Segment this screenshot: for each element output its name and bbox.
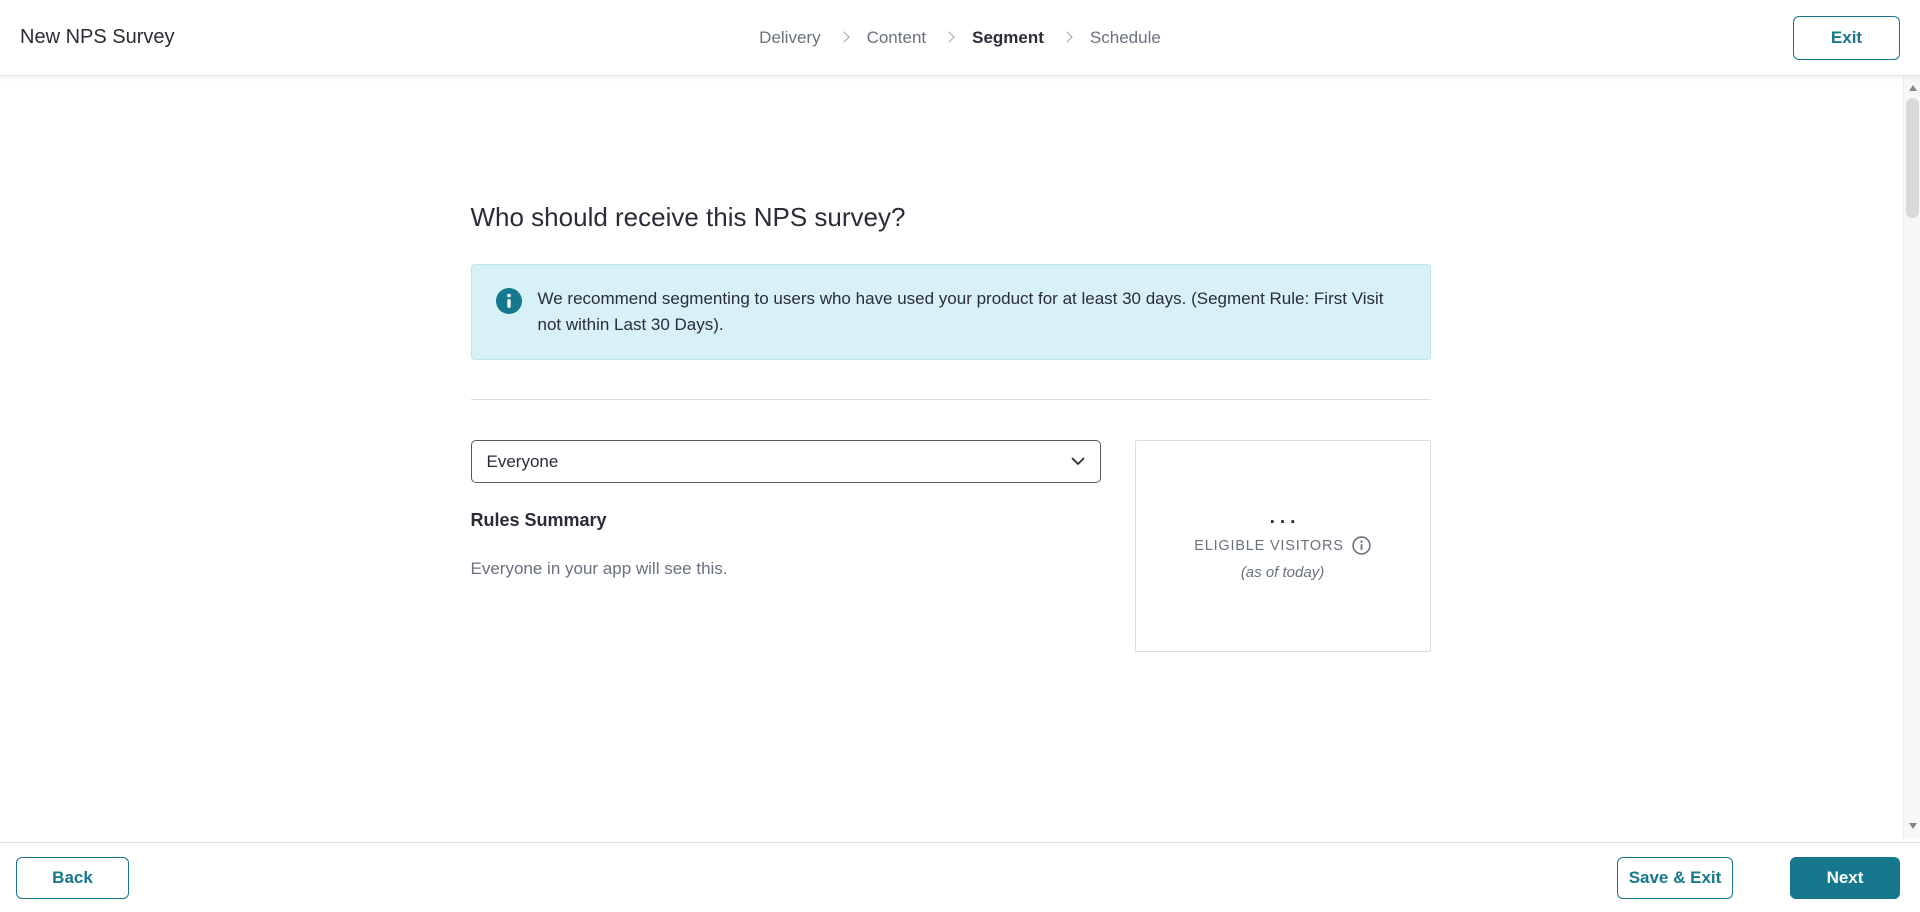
back-button[interactable]: Back (16, 857, 129, 899)
info-outline-icon[interactable] (1352, 536, 1371, 555)
chevron-right-icon (837, 31, 850, 43)
chevron-down-icon (1071, 457, 1085, 466)
eligible-visitors-card: ... ELIGIBLE VISITORS (as of today) (1134, 440, 1431, 652)
breadcrumb-step-segment[interactable]: Segment (972, 28, 1044, 48)
eligible-visitors-label: ELIGIBLE VISITORS (1194, 537, 1344, 554)
chevron-right-icon (1061, 31, 1073, 43)
question-heading: Who should receive this NPS survey? (470, 202, 906, 232)
recommendation-text: We recommend segmenting to users who hav… (537, 289, 1384, 334)
chevron-right-icon (943, 31, 955, 43)
as-of-today-note: (as of today) (1240, 564, 1325, 581)
exit-button[interactable]: Exit (1793, 16, 1900, 60)
eligible-count-loading: ... (1269, 507, 1301, 528)
breadcrumb-step-delivery[interactable]: Delivery (759, 28, 820, 48)
next-button[interactable]: Next (1790, 857, 1900, 899)
segment-select-value: Everyone (486, 451, 559, 471)
scrollbar-thumb[interactable] (1906, 98, 1919, 218)
breadcrumb: Delivery Content Segment Schedule (0, 28, 1920, 48)
rules-summary-description: Everyone in your app will see this. (470, 559, 728, 578)
rules-summary-title: Rules Summary (470, 510, 607, 530)
wizard-footer: Back Save & Exit Next (0, 842, 1920, 912)
breadcrumb-step-content[interactable]: Content (867, 28, 927, 48)
info-icon (495, 288, 522, 319)
segment-select[interactable]: Everyone (470, 440, 1101, 483)
save-and-exit-button[interactable]: Save & Exit (1617, 857, 1733, 899)
breadcrumb-step-schedule[interactable]: Schedule (1090, 28, 1161, 48)
vertical-scrollbar[interactable] (1903, 76, 1920, 838)
section-divider (470, 399, 1431, 400)
scroll-up-arrow-icon[interactable] (1904, 78, 1920, 98)
recommendation-banner: We recommend segmenting to users who hav… (470, 264, 1431, 360)
main-content-area: Who should receive this NPS survey? We r… (0, 76, 1903, 842)
scroll-down-arrow-icon[interactable] (1904, 816, 1920, 836)
wizard-header: New NPS Survey Delivery Content Segment … (0, 0, 1920, 76)
